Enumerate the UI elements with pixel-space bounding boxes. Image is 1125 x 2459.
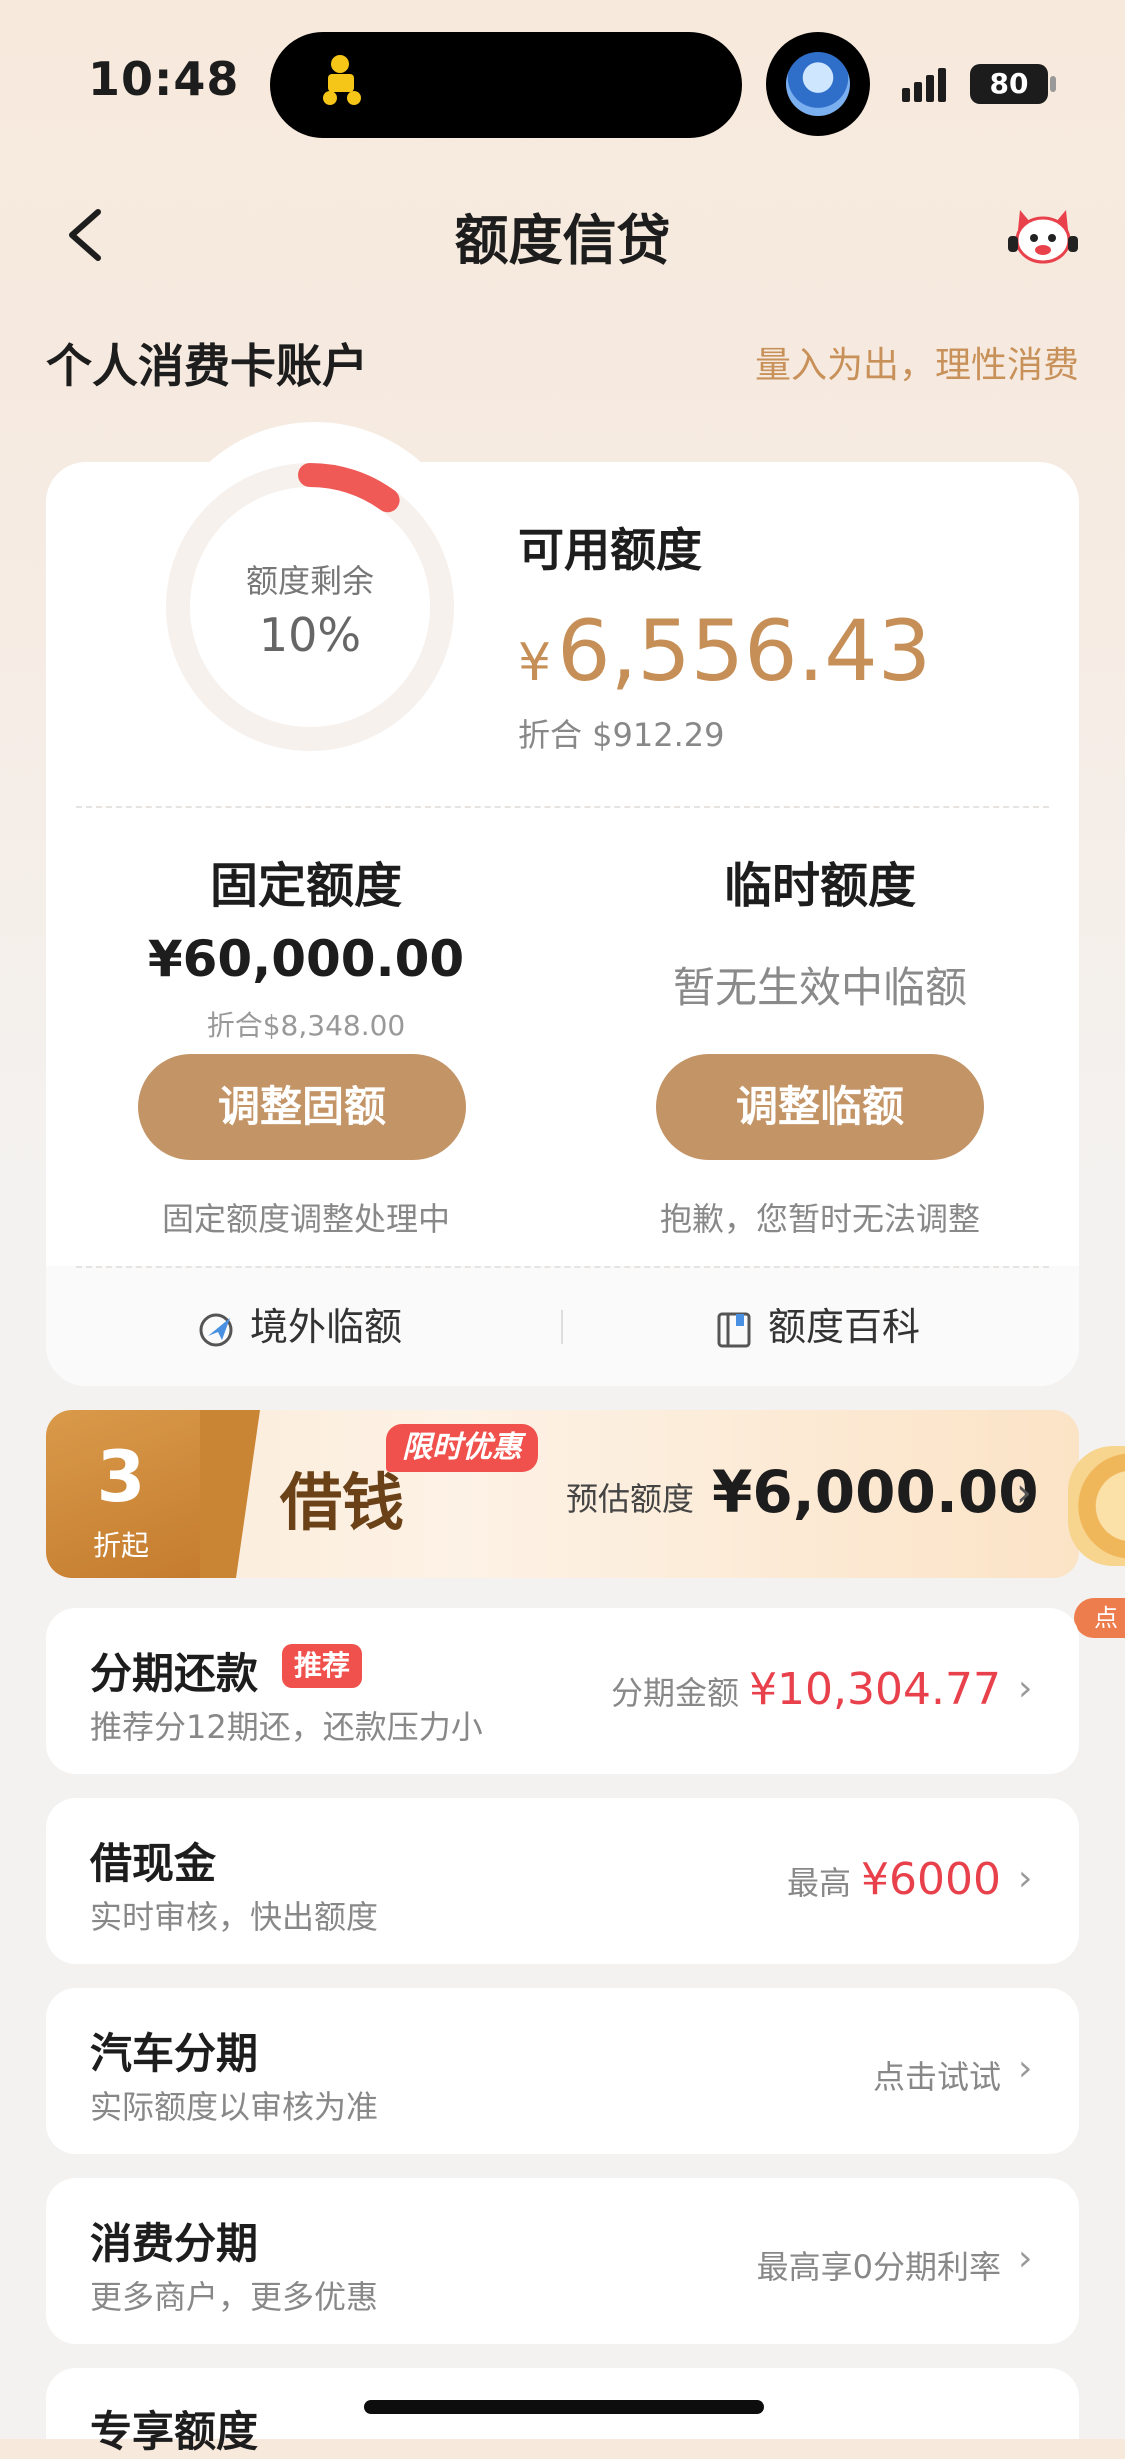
floating-coin-widget[interactable] (1068, 1446, 1125, 1566)
cellular-signal-icon (902, 68, 946, 102)
promo-estimate-amount: ¥6,000.00 (712, 1458, 1039, 1526)
item-right-label: 点击试试 (872, 2058, 1001, 2096)
item-subtitle: 实际额度以审核为准 (90, 2088, 379, 2126)
item-right-info: 分期金额 ¥10,304.77 (611, 1664, 1001, 1715)
delivery-rider-icon (323, 55, 361, 105)
adjust-fixed-button[interactable]: 调整固额 (138, 1054, 466, 1160)
promo-estimate-label: 预估额度 (566, 1480, 695, 1518)
divider (76, 1266, 1049, 1268)
item-title: 专享额度 (90, 2407, 259, 2456)
page-title: 额度信贷 (454, 209, 671, 272)
overseas-temp-limit-link[interactable]: 境外临额 (196, 1302, 402, 1352)
battery-indicator: 80 (970, 64, 1048, 104)
item-right-info: 最高 ¥6000 (787, 1854, 1001, 1905)
fixed-limit-converted: 折合$8,348.00 (206, 1009, 406, 1042)
temp-limit-empty: 暂无生效中临额 (672, 963, 967, 1012)
mascot-service-icon[interactable] (1006, 202, 1080, 268)
chevron-right-icon: › (1016, 1470, 1032, 1516)
currency-symbol: ¥ (518, 633, 552, 693)
item-right-label: 最高享0分期利率 (756, 2248, 1001, 2286)
item-title: 借现金 (90, 1839, 217, 1888)
tool-separator (561, 1310, 563, 1344)
tool-label: 境外临额 (250, 1305, 403, 1349)
remaining-ring-chart (166, 463, 454, 751)
floating-coin-tag[interactable]: 点 (1074, 1598, 1125, 1638)
account-slogan: 量入为出，理性消费 (754, 345, 1079, 386)
available-label: 可用额度 (518, 523, 702, 577)
book-icon (717, 1312, 751, 1347)
ring-label: 额度剩余 (245, 562, 374, 600)
chevron-right-icon: › (1018, 2048, 1033, 2089)
recommend-badge: 推荐 (282, 1644, 363, 1688)
chevron-right-icon: › (1018, 1858, 1033, 1899)
available-amount: ¥6,556.43 (518, 602, 931, 700)
status-time: 10:48 (88, 52, 240, 106)
available-converted: 折合 $912.29 (518, 716, 725, 754)
item-subtitle: 实时审核，快出额度 (90, 1898, 379, 1936)
globe-plane-icon (199, 1313, 233, 1346)
fixed-limit-note: 固定额度调整处理中 (161, 1200, 450, 1238)
account-title: 个人消费卡账户 (46, 339, 368, 393)
ring-percent: 10% (258, 608, 362, 662)
chevron-right-icon: › (1018, 2238, 1033, 2279)
item-right-label: 最高 (787, 1864, 852, 1902)
promo-discount-sub: 折起 (92, 1529, 149, 1562)
adjust-temp-button[interactable]: 调整临额 (656, 1054, 984, 1160)
item-right-value: ¥10,304.77 (749, 1664, 1001, 1715)
available-amount-value: 6,556.43 (557, 602, 932, 700)
temp-limit-note: 抱歉，您暂时无法调整 (659, 1200, 980, 1238)
item-right-label: 分期金额 (611, 1674, 740, 1712)
tool-label: 额度百科 (768, 1305, 921, 1349)
battery-tip (1050, 76, 1056, 92)
home-indicator[interactable] (364, 2400, 764, 2414)
fixed-limit-title: 固定额度 (209, 858, 402, 914)
item-subtitle: 更多商户，更多优惠 (90, 2278, 379, 2316)
divider (76, 806, 1049, 808)
limited-offer-badge: 限时优惠 (386, 1424, 538, 1472)
item-right-value: ¥6000 (861, 1854, 1001, 1905)
item-title: 消费分期 (90, 2219, 259, 2268)
item-title: 分期还款 (90, 1649, 259, 1698)
temp-limit-title: 临时额度 (723, 858, 916, 914)
promo-discount-number: 3 (96, 1436, 146, 1518)
astronaut-avatar-icon (786, 52, 850, 116)
item-title: 汽车分期 (90, 2029, 259, 2078)
item-subtitle: 推荐分12期还，还款压力小 (90, 1708, 483, 1746)
fixed-limit-amount: ¥60,000.00 (147, 930, 465, 988)
credit-wiki-link[interactable]: 额度百科 (714, 1302, 920, 1352)
chevron-right-icon: › (1018, 1668, 1033, 1709)
